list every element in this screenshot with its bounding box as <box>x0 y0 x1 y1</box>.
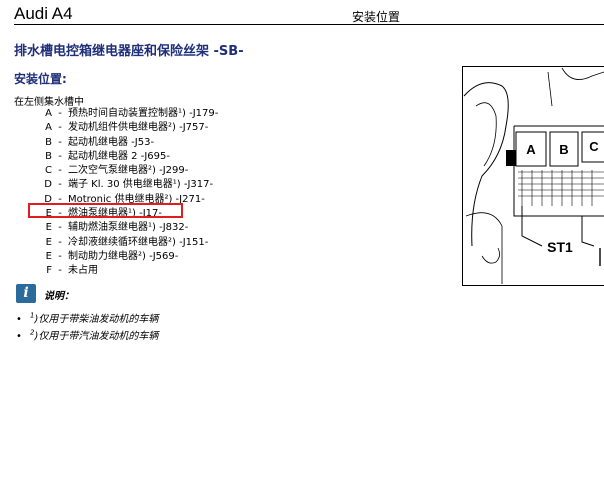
section-title: 安装位置: <box>14 72 67 86</box>
item-separator: - <box>58 122 62 134</box>
item-code: E <box>45 222 52 234</box>
info-icon: i <box>16 284 36 303</box>
label-st1: ST1 <box>547 239 573 255</box>
list-item: A - 预热时间自动装置控制器¹) -J179- <box>34 107 218 121</box>
item-text: 发动机组件供电继电器²) -J757- <box>68 122 209 134</box>
item-code: B <box>45 136 52 148</box>
intro-text: 在左侧集水槽中 <box>14 97 84 108</box>
relay-box-diagram: A B C ST1 <box>462 66 604 286</box>
label-a: A <box>526 142 536 157</box>
item-text: 起动机继电器 -J53- <box>68 136 155 148</box>
item-text: 辅助燃油泵继电器¹) -J832- <box>68 222 189 234</box>
item-text: 起动机继电器 2 -J695- <box>68 150 170 162</box>
item-text: 二次空气泵继电器²) -J299- <box>68 165 189 177</box>
item-code: E <box>45 236 52 248</box>
footnote-2: • 2)仅用于带汽油发动机的车辆 <box>16 327 158 342</box>
item-separator: - <box>58 136 62 148</box>
item-code: D <box>44 179 52 191</box>
footnote-text: )仅用于带柴油发动机的车辆 <box>34 314 159 325</box>
list-item: E - 辅助燃油泵继电器¹) -J832- <box>34 221 218 235</box>
item-text: 端子 Kl. 30 供电继电器¹) -J317- <box>68 179 214 191</box>
item-code: E <box>45 250 52 262</box>
list-item: B - 起动机继电器 2 -J695- <box>34 150 218 164</box>
label-b: B <box>559 142 568 157</box>
document-title: 排水槽电控箱继电器座和保险丝架 -SB- <box>14 44 244 59</box>
item-text: 冷却液继续循环继电器²) -J151- <box>68 236 209 248</box>
list-item: C - 二次空气泵继电器²) -J299- <box>34 164 218 178</box>
footnote-text: )仅用于带汽油发动机的车辆 <box>34 331 159 342</box>
item-code: A <box>45 122 52 134</box>
item-code: A <box>45 108 52 119</box>
info-icon-glyph: i <box>23 285 29 301</box>
list-item: E - 冷却液继续循环继电器²) -J151- <box>34 236 218 250</box>
list-item: B - 起动机继电器 -J53- <box>34 136 218 150</box>
footnote-1: • 1)仅用于带柴油发动机的车辆 <box>16 310 158 325</box>
item-separator: - <box>58 236 62 248</box>
item-code: B <box>45 150 52 162</box>
header-title: 安装位置 <box>352 10 401 24</box>
item-separator: - <box>58 265 62 277</box>
item-separator: - <box>58 250 62 262</box>
highlight-box <box>28 203 183 218</box>
list-item: F - 未占用 <box>34 264 218 278</box>
item-separator: - <box>58 222 62 234</box>
header-model: Audi A4 <box>14 4 73 23</box>
item-text: 未占用 <box>68 265 98 277</box>
diagram-svg: A B C ST1 <box>462 66 604 286</box>
bullet-icon: • <box>16 331 22 342</box>
item-code: C <box>45 165 52 177</box>
header-rule <box>14 24 604 25</box>
item-text: 预热时间自动装置控制器¹) -J179- <box>68 108 219 119</box>
list-item: A - 发动机组件供电继电器²) -J757- <box>34 121 218 135</box>
list-item: D - 端子 Kl. 30 供电继电器¹) -J317- <box>34 178 218 192</box>
bullet-icon: • <box>16 314 22 325</box>
item-text: 制动助力继电器²) -J569- <box>68 250 179 262</box>
relay-list: A - 预热时间自动装置控制器¹) -J179- A - 发动机组件供电继电器²) -J… <box>34 107 218 279</box>
item-separator: - <box>58 150 62 162</box>
item-separator: - <box>58 108 62 119</box>
label-c: C <box>589 139 599 154</box>
item-code: F <box>46 265 52 277</box>
note-label: 说明： <box>44 291 74 302</box>
item-separator: - <box>58 179 62 191</box>
item-separator: - <box>58 165 62 177</box>
list-item: E - 制动助力继电器²) -J569- <box>34 250 218 264</box>
